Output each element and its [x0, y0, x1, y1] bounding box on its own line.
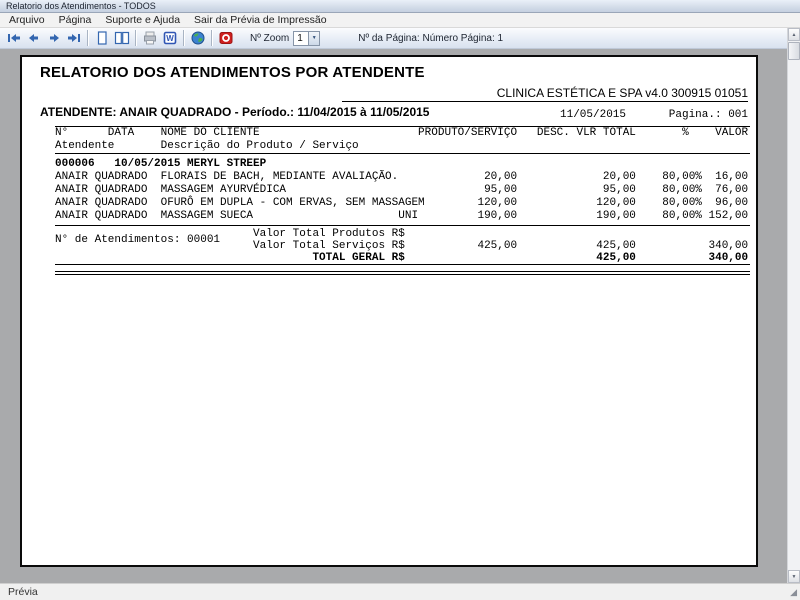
- chevron-down-icon[interactable]: ▼: [308, 31, 320, 45]
- resize-grip[interactable]: ◢: [790, 587, 797, 598]
- title-bar: Relatorio dos Atendimentos - TODOS: [0, 0, 800, 13]
- next-page-icon: [50, 34, 59, 42]
- table-row: ANAIR QUADRADO MASSAGEM SUECA UNI 190,00…: [55, 210, 749, 222]
- menu-bar: Arquivo Página Suporte e Ajuda Sair da P…: [0, 13, 800, 28]
- menu-suporte-ajuda[interactable]: Suporte e Ajuda: [98, 14, 187, 26]
- toolbar-separator: [183, 30, 185, 46]
- export-html-button[interactable]: [188, 29, 208, 47]
- print-button[interactable]: [140, 29, 160, 47]
- attendant-period-line: ATENDENTE: ANAIR QUADRADO - Período.: 11…: [40, 105, 430, 119]
- first-page-icon: [8, 34, 20, 42]
- next-page-button[interactable]: [44, 29, 64, 47]
- closing-double-line: [55, 271, 750, 275]
- previous-page-button[interactable]: [24, 29, 44, 47]
- total-general-line: TOTAL GERAL R$ 425,00 340,00: [55, 252, 749, 264]
- toolbar-separator: [87, 30, 89, 46]
- window-title: Relatorio dos Atendimentos - TODOS: [6, 1, 156, 11]
- scroll-up-button[interactable]: ▲: [788, 28, 800, 41]
- previous-page-icon: [29, 34, 38, 42]
- zoom-dropdown[interactable]: 1 ▼: [293, 30, 321, 46]
- menu-sair-previa[interactable]: Sair da Prévia de Impressão: [187, 14, 333, 26]
- single-page-icon: [97, 31, 107, 45]
- report-title: RELATORIO DOS ATENDIMENTOS POR ATENDENTE: [40, 64, 425, 81]
- report-page-number: Pagina.: 001: [668, 109, 748, 121]
- last-page-icon: [68, 34, 80, 42]
- table-header-line1: N° DATA NOME DO CLIENTE PRODUTO/SERVIÇO …: [55, 127, 749, 139]
- table-header-line2: Atendente Descrição do Produto / Serviço: [55, 140, 359, 152]
- report-page: RELATORIO DOS ATENDIMENTOS POR ATENDENTE…: [20, 55, 758, 567]
- menu-arquivo[interactable]: Arquivo: [2, 14, 52, 26]
- toolbar-separator: [211, 30, 213, 46]
- totals-section: Valor Total Produtos R$ Valor Total Serv…: [55, 226, 750, 264]
- svg-text:W: W: [166, 34, 174, 43]
- table-group-row: 000006 10/05/2015 MERYL STREEP: [55, 158, 267, 170]
- first-page-button[interactable]: [4, 29, 24, 47]
- last-page-button[interactable]: [64, 29, 84, 47]
- status-text: Prévia: [8, 586, 38, 598]
- scrollbar-thumb[interactable]: [788, 42, 800, 60]
- toolbar: W Nº Zoom 1 ▼ Nº da Página: Número Págin…: [0, 28, 800, 49]
- zoom-value: 1: [297, 32, 303, 44]
- vertical-scrollbar[interactable]: ▲ ▼: [787, 28, 800, 583]
- menu-pagina[interactable]: Página: [52, 14, 99, 26]
- zoom-label: Nº Zoom: [250, 32, 290, 44]
- app-window: Relatorio dos Atendimentos - TODOS Arqui…: [0, 0, 800, 600]
- table-row: ANAIR QUADRADO OFURÔ EM DUPLA - COM ERVA…: [55, 197, 749, 209]
- table-row: ANAIR QUADRADO MASSAGEM AYURVÉDICA 95,00…: [55, 184, 749, 196]
- globe-icon: [191, 31, 205, 45]
- two-page-view-button[interactable]: [112, 29, 132, 47]
- printer-icon: [144, 31, 156, 45]
- word-icon: W: [163, 31, 177, 45]
- page-info-label: Nº da Página: Número Página: 1: [358, 32, 504, 44]
- preview-area: RELATORIO DOS ATENDIMENTOS POR ATENDENTE…: [0, 49, 787, 583]
- report-table: N° DATA NOME DO CLIENTE PRODUTO/SERVIÇO …: [55, 126, 750, 275]
- clinic-name: CLINICA ESTÉTICA E SPA v4.0 300915 01051: [496, 86, 748, 100]
- scroll-down-button[interactable]: ▼: [788, 570, 800, 583]
- two-page-icon: [114, 31, 130, 45]
- single-page-view-button[interactable]: [92, 29, 112, 47]
- report-date: 11/05/2015: [560, 109, 627, 121]
- status-bar: Prévia ◢: [0, 583, 800, 600]
- toolbar-separator: [135, 30, 137, 46]
- close-preview-icon: [219, 32, 233, 44]
- header-divider-line: [342, 101, 748, 102]
- close-preview-button[interactable]: [216, 29, 236, 47]
- export-word-button[interactable]: W: [160, 29, 180, 47]
- table-row: ANAIR QUADRADO FLORAIS DE BACH, MEDIANTE…: [55, 171, 749, 183]
- attendances-count: N° de Atendimentos: 00001: [55, 234, 221, 246]
